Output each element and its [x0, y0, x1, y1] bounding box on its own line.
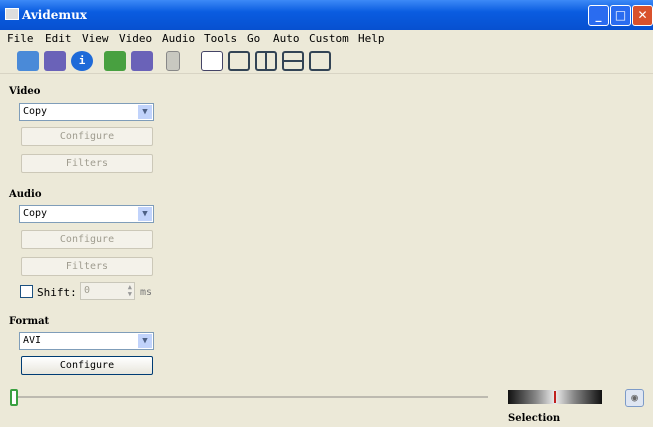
menu-auto[interactable]: Auto [273, 32, 300, 45]
spin-icon[interactable]: ▲ ▼ [128, 284, 132, 298]
selection-label: Selection [508, 413, 561, 424]
audio-label: Audio [9, 189, 42, 200]
open-icon[interactable] [17, 51, 39, 71]
video-filters-button[interactable]: Filters [21, 154, 153, 173]
menu-custom[interactable]: Custom [309, 32, 349, 45]
toolbar: i [0, 48, 653, 74]
video-codec-value: Copy [23, 106, 48, 117]
audio-codec-select[interactable]: Copy ▼ [19, 205, 154, 223]
menu-video[interactable]: Video [119, 32, 152, 45]
menu-help[interactable]: Help [358, 32, 385, 45]
maximize-button[interactable]: □ [610, 5, 631, 26]
format-label: Format [9, 316, 50, 327]
chevron-down-icon: ▼ [138, 207, 152, 221]
menu-go[interactable]: Go [247, 32, 260, 45]
jog-shuttle[interactable] [508, 390, 602, 404]
format-select[interactable]: AVI ▼ [19, 332, 154, 350]
format-value: AVI [23, 335, 42, 346]
top-bottom-view-icon[interactable] [282, 51, 304, 71]
video-label: Video [9, 86, 41, 97]
audio-configure-button[interactable]: Configure [21, 230, 153, 249]
format-configure-button[interactable]: Configure [21, 356, 153, 375]
open-folder-icon[interactable] [104, 51, 126, 71]
info-icon[interactable]: i [71, 51, 93, 71]
video-codec-select[interactable]: Copy ▼ [19, 103, 154, 121]
window-view-icon[interactable] [309, 51, 331, 71]
menu-file[interactable]: File [7, 32, 34, 45]
menu-audio[interactable]: Audio [162, 32, 195, 45]
output-view-icon[interactable] [228, 51, 250, 71]
chevron-down-icon: ▼ [138, 105, 152, 119]
save-icon[interactable] [44, 51, 66, 71]
side-by-side-view-icon[interactable] [255, 51, 277, 71]
volume-icon[interactable]: ◉ [625, 389, 644, 407]
menu-tools[interactable]: Tools [204, 32, 237, 45]
menu-view[interactable]: View [82, 32, 109, 45]
shift-input[interactable]: 0 ▲ ▼ [80, 282, 135, 300]
save-video-icon[interactable] [131, 51, 153, 71]
timeline-handle[interactable] [10, 389, 18, 406]
shift-unit: ms [140, 287, 153, 298]
audio-codec-value: Copy [23, 208, 48, 219]
timeline-slider[interactable] [18, 396, 488, 398]
input-view-icon[interactable] [201, 51, 223, 71]
shift-value: 0 [84, 285, 91, 296]
shift-label: Shift: [37, 286, 77, 299]
window-title: Avidemux [22, 8, 87, 22]
video-configure-button[interactable]: Configure [21, 127, 153, 146]
menu-edit[interactable]: Edit [45, 32, 72, 45]
app-icon [5, 8, 19, 20]
shift-checkbox[interactable] [20, 285, 33, 298]
title-bar: Avidemux _ □ ✕ [0, 0, 653, 30]
menu-bar: File Edit View Video Audio Tools Go Auto… [0, 30, 653, 47]
minimize-button[interactable]: _ [588, 5, 609, 26]
calculator-icon[interactable] [166, 51, 180, 71]
jog-marker [554, 391, 556, 403]
audio-filters-button[interactable]: Filters [21, 257, 153, 276]
chevron-down-icon: ▼ [138, 334, 152, 348]
close-button[interactable]: ✕ [632, 5, 653, 26]
